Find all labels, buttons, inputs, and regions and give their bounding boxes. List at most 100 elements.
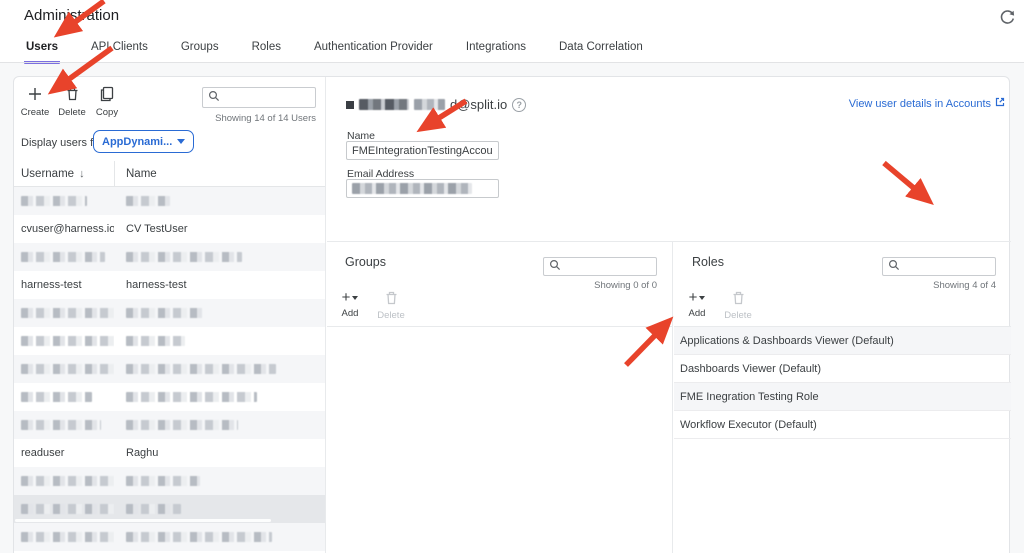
name-cell (114, 475, 325, 487)
email-input[interactable] (346, 179, 499, 198)
username-cell (14, 335, 114, 347)
redacted-text (126, 420, 238, 430)
role-row[interactable]: Applications & Dashboards Viewer (Defaul… (674, 327, 1011, 355)
administration-screen: Administration Users API Clients Groups … (0, 0, 1024, 553)
roles-delete-label: Delete (720, 310, 756, 321)
roles-search (882, 257, 996, 276)
sort-down-icon[interactable]: ↓ (79, 168, 85, 180)
username-cell (14, 251, 114, 263)
redacted-text (21, 252, 105, 262)
name-cell: CV TestUser (114, 223, 325, 235)
user-email-suffix: d@split.io (450, 97, 507, 112)
table-row[interactable] (14, 355, 325, 383)
table-row[interactable] (14, 411, 325, 439)
divider (327, 326, 672, 327)
help-icon[interactable]: ? (512, 98, 526, 112)
role-row[interactable]: Dashboards Viewer (Default) (674, 355, 1011, 383)
trash-icon (373, 290, 409, 307)
groups-showing-count: Showing 0 of 0 (594, 280, 657, 291)
name-input[interactable] (346, 141, 499, 160)
username-cell: cvuser@harness.io (14, 223, 114, 235)
username-column-header[interactable]: Username (21, 168, 74, 180)
view-user-details-link[interactable]: View user details in Accounts (849, 97, 1005, 110)
table-row[interactable] (14, 187, 325, 215)
copy-icon (88, 86, 126, 103)
roles-list: Applications & Dashboards Viewer (Defaul… (674, 327, 1011, 439)
username-cell (14, 391, 114, 403)
users-search-input[interactable] (224, 92, 310, 104)
roles-add-label: Add (682, 308, 712, 319)
roles-add-button[interactable]: + Add (682, 290, 712, 319)
tab-groups[interactable]: Groups (179, 41, 221, 64)
role-row[interactable]: FME Inegration Testing Role (674, 383, 1011, 411)
table-row[interactable] (14, 523, 325, 551)
roles-showing-count: Showing 4 of 4 (933, 280, 996, 291)
table-row[interactable] (14, 243, 325, 271)
users-search (202, 87, 316, 108)
content-card: Create Delete Copy Showing 14 of (13, 76, 1010, 553)
redacted-text (21, 476, 114, 486)
redacted-text (126, 308, 204, 318)
tab-users[interactable]: Users (24, 41, 60, 64)
table-row[interactable] (14, 467, 325, 495)
plus-icon: + (342, 291, 359, 305)
name-cell (114, 363, 325, 375)
tab-data-correlation[interactable]: Data Correlation (557, 41, 645, 64)
redacted-text (126, 504, 181, 514)
groups-add-label: Add (335, 308, 365, 319)
roles-search-input[interactable] (904, 261, 990, 273)
redacted-text (359, 99, 409, 110)
tab-authentication-provider[interactable]: Authentication Provider (312, 41, 435, 64)
view-user-details-label: View user details in Accounts (849, 98, 991, 110)
redacted-text (126, 196, 170, 206)
name-cell (114, 335, 325, 347)
groups-delete-label: Delete (373, 310, 409, 321)
redacted-text (21, 504, 114, 514)
roles-delete-button[interactable]: Delete (720, 290, 756, 321)
tab-api-clients[interactable]: API Clients (89, 41, 150, 64)
users-table-header: Username ↓ Name (14, 161, 325, 187)
redacted-text (126, 252, 242, 262)
username-cell (14, 195, 114, 207)
name-column-header[interactable]: Name (114, 168, 157, 180)
display-users-dropdown[interactable]: AppDynami... (93, 130, 194, 153)
horizontal-scrollbar[interactable] (15, 519, 271, 523)
username-cell (14, 531, 114, 543)
tab-divider (0, 62, 1024, 63)
role-row[interactable]: Workflow Executor (Default) (674, 411, 1011, 439)
table-row[interactable] (14, 327, 325, 355)
table-row[interactable] (14, 383, 325, 411)
table-row[interactable]: cvuser@harness.ioCV TestUser (14, 215, 325, 243)
chevron-down-icon (177, 139, 185, 144)
name-cell (114, 307, 325, 319)
groups-panel: Groups Showing 0 of 0 + Add Delete (327, 242, 673, 553)
trash-icon (720, 290, 756, 307)
tab-integrations[interactable]: Integrations (464, 41, 528, 64)
groups-search (543, 257, 657, 276)
table-row[interactable]: harness-testharness-test (14, 271, 325, 299)
username-cell (14, 419, 114, 431)
external-link-icon (995, 97, 1005, 110)
plus-icon: + (689, 291, 706, 305)
groups-search-input[interactable] (565, 261, 651, 273)
redacted-text (21, 420, 101, 430)
refresh-button[interactable] (997, 9, 1017, 29)
redacted-text (126, 476, 200, 486)
redacted-text (21, 196, 87, 206)
groups-add-button[interactable]: + Add (335, 290, 365, 319)
name-cell (114, 531, 325, 543)
users-showing-count: Showing 14 of 14 Users (14, 113, 316, 124)
groups-delete-button[interactable]: Delete (373, 290, 409, 321)
username-cell (14, 307, 114, 319)
table-row[interactable]: readuserRaghu (14, 439, 325, 467)
roles-title: Roles (692, 255, 724, 269)
table-row[interactable] (14, 299, 325, 327)
username-cell (14, 503, 114, 515)
username-cell: readuser (14, 447, 114, 459)
user-detail-section: d@split.io ? View user details in Accoun… (327, 77, 1011, 242)
plus-icon (16, 86, 54, 103)
users-panel: Create Delete Copy Showing 14 of (14, 77, 326, 553)
tab-roles[interactable]: Roles (250, 41, 283, 64)
table-row[interactable] (14, 495, 325, 523)
user-email-heading: d@split.io ? (346, 97, 526, 112)
